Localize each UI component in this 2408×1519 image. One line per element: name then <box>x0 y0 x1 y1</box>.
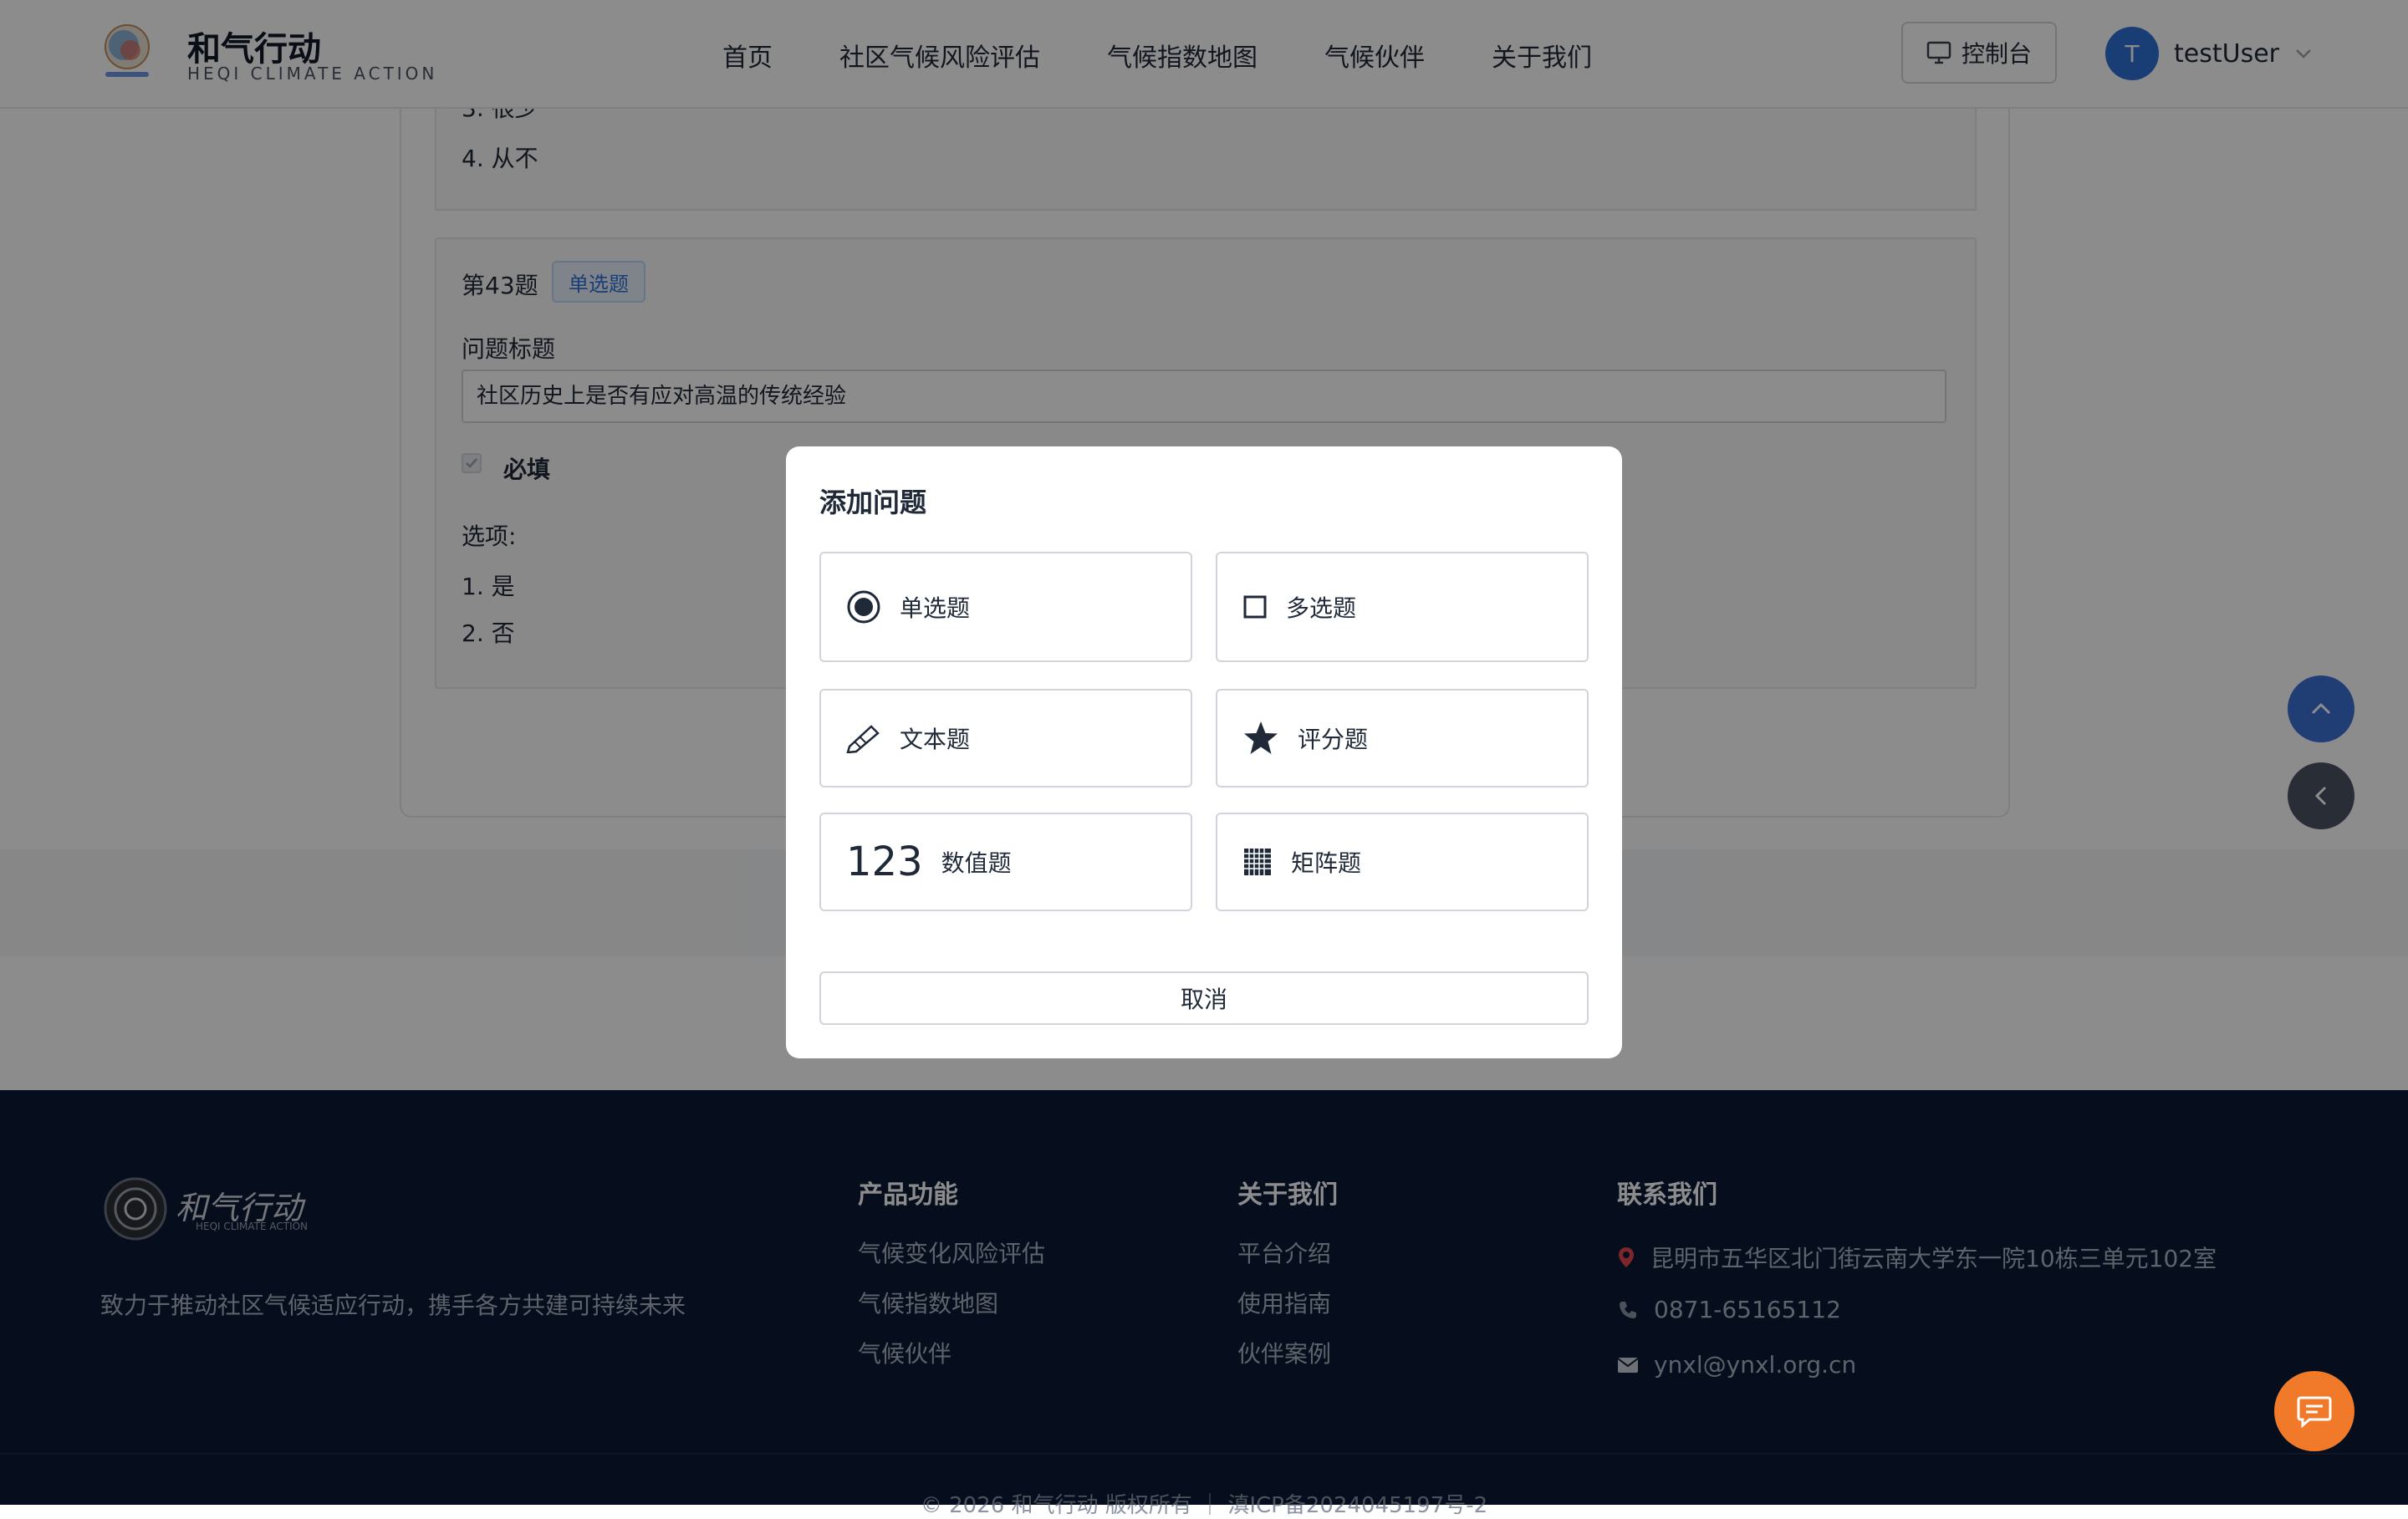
option-single-choice[interactable]: 单选题 <box>819 552 1192 662</box>
option-text[interactable]: 文本题 <box>819 689 1192 788</box>
chat-button[interactable] <box>2274 1371 2354 1451</box>
cancel-button[interactable]: 取消 <box>819 971 1589 1025</box>
option-number[interactable]: 123 数值题 <box>819 813 1192 911</box>
option-label: 多选题 <box>1286 594 1357 622</box>
option-label: 文本题 <box>900 726 971 753</box>
option-label: 评分题 <box>1298 726 1369 753</box>
grid-icon <box>1244 849 1271 875</box>
option-label: 矩阵题 <box>1291 849 1362 877</box>
add-question-dialog: 添加问题 单选题 多选题 文本题 评分题 123 数值题 矩阵题 取消 <box>786 446 1622 1058</box>
radio-icon <box>847 590 880 624</box>
pencil-icon <box>846 725 880 753</box>
option-label: 数值题 <box>941 849 1012 877</box>
checkbox-icon <box>1243 595 1267 619</box>
dialog-title: 添加问题 <box>819 487 927 518</box>
number-icon: 123 <box>846 839 923 885</box>
option-label: 单选题 <box>900 594 971 622</box>
option-matrix[interactable]: 矩阵题 <box>1216 813 1589 911</box>
star-icon <box>1244 721 1278 754</box>
option-rating[interactable]: 评分题 <box>1216 689 1589 788</box>
option-multi-choice[interactable]: 多选题 <box>1216 552 1589 662</box>
chat-icon <box>2297 1396 2332 1428</box>
